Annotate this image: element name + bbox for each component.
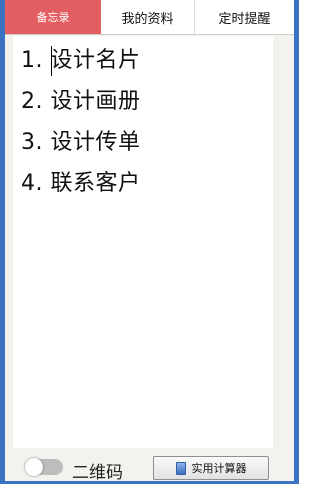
app-window: 备忘录 我的资料 定时提醒 1. 设计名片 2. 设计画册 3. 设计传单 4.… bbox=[0, 0, 299, 484]
memo-line-1: 1. 设计名片 bbox=[21, 48, 141, 73]
tab-memo[interactable]: 备忘录 bbox=[5, 0, 101, 34]
memo-text-area[interactable]: 1. 设计名片 2. 设计画册 3. 设计传单 4. 联系客户 bbox=[13, 36, 273, 448]
tab-timed-reminder[interactable]: 定时提醒 bbox=[195, 0, 294, 34]
tab-my-profile[interactable]: 我的资料 bbox=[101, 0, 195, 34]
toggle-knob bbox=[25, 458, 43, 476]
qr-code-toggle[interactable] bbox=[25, 458, 63, 476]
calculator-button[interactable]: 实用计算器 bbox=[153, 456, 269, 480]
qr-code-label: 二维码 bbox=[72, 463, 123, 483]
tab-bar: 备忘录 我的资料 定时提醒 bbox=[5, 0, 294, 35]
text-caret bbox=[51, 46, 52, 76]
calculator-icon bbox=[175, 461, 186, 475]
memo-line-3: 3. 设计传单 bbox=[21, 130, 141, 155]
footer-bar: 二维码 实用计算器 bbox=[5, 448, 294, 483]
calculator-button-label: 实用计算器 bbox=[191, 462, 247, 475]
scroll-gutter bbox=[273, 36, 294, 448]
memo-line-4: 4. 联系客户 bbox=[21, 171, 141, 196]
memo-line-2: 2. 设计画册 bbox=[21, 89, 141, 114]
